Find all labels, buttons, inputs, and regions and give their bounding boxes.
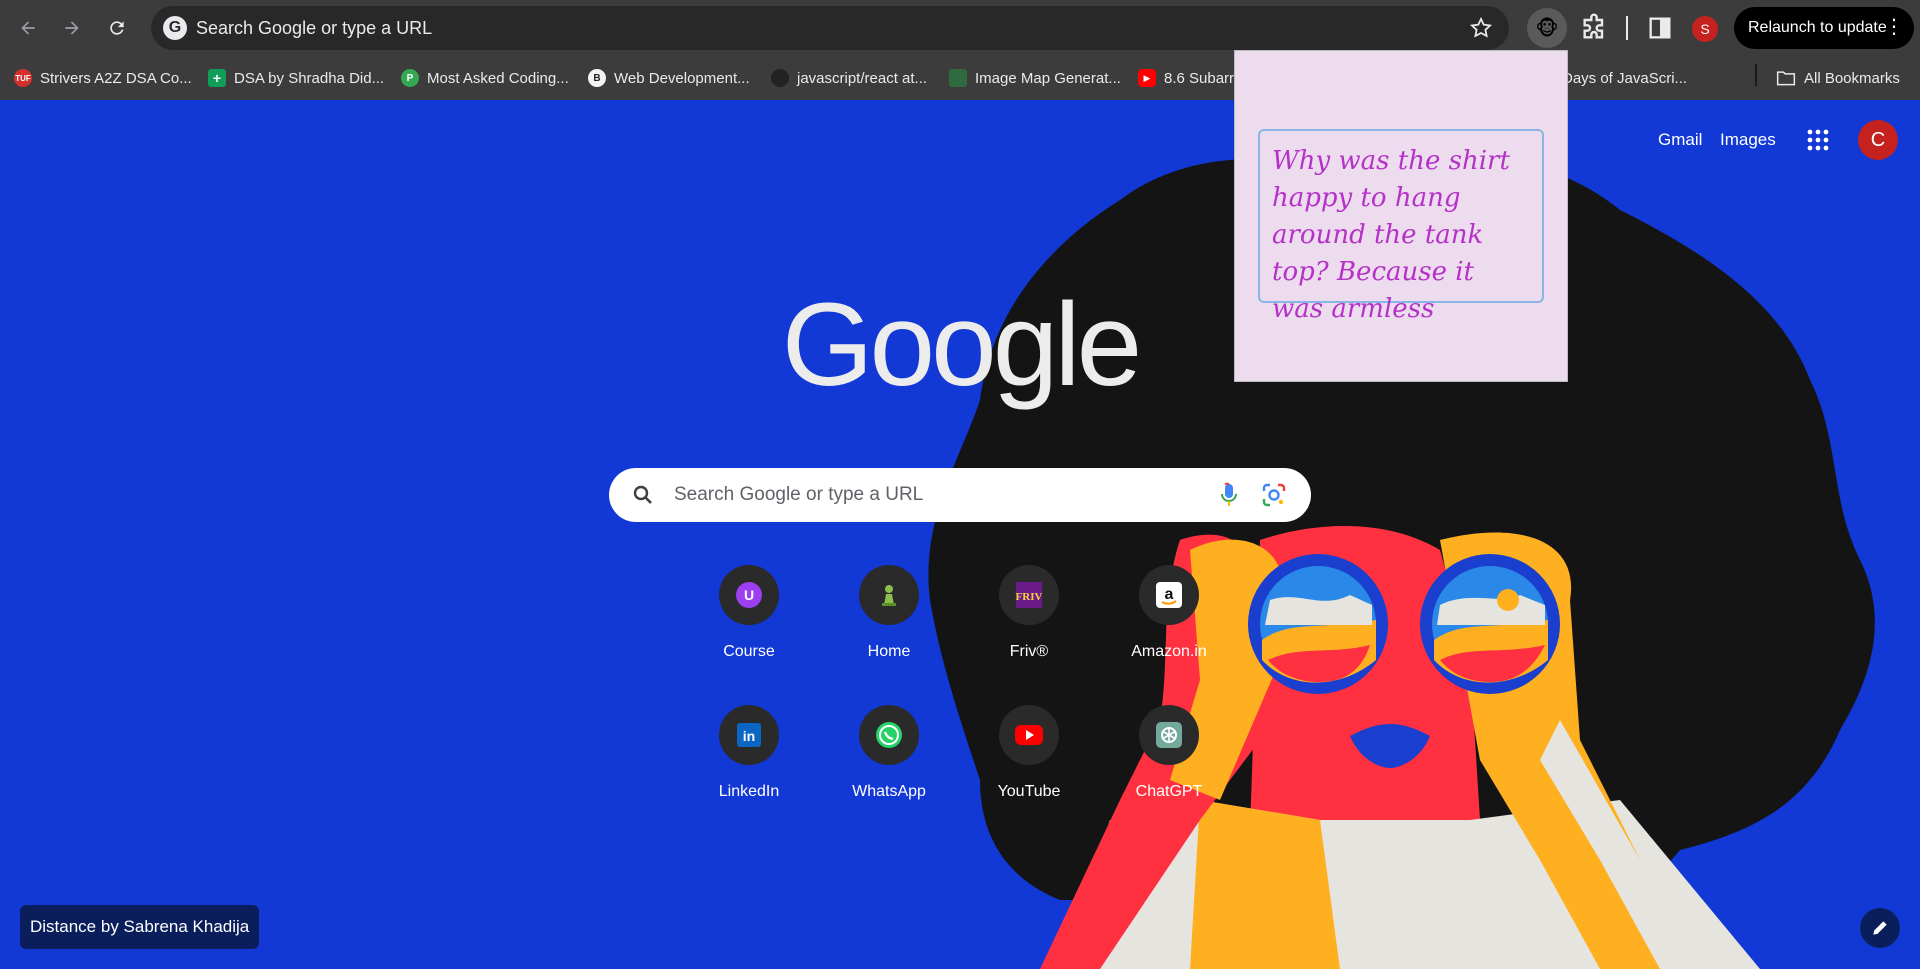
omnibox-text[interactable]: Search Google or type a URL — [196, 18, 432, 39]
forward-button[interactable] — [54, 10, 90, 46]
shortcut-label: WhatsApp — [852, 783, 926, 800]
shortcut-label: Course — [723, 643, 775, 660]
all-bookmarks-button[interactable]: All Bookmarks — [1776, 66, 1900, 90]
shortcut-label: ChatGPT — [1135, 783, 1203, 800]
bookmark-item[interactable]: B Web Development... — [588, 66, 750, 90]
arrow-left-icon — [21, 21, 35, 35]
bookmark-item[interactable]: P Most Asked Coding... — [401, 66, 569, 90]
images-link[interactable]: Images — [1720, 130, 1776, 150]
amazon-icon: a — [1139, 565, 1199, 625]
chatgpt-icon — [1139, 705, 1199, 765]
bookmark-item[interactable]: TUF Strivers A2Z DSA Co... — [14, 66, 192, 90]
bookmark-item[interactable]: Days of JavaScri... — [1562, 66, 1687, 90]
shortcut-amazon[interactable]: a Amazon.in — [1113, 565, 1225, 677]
svg-text:in: in — [743, 728, 755, 744]
bookmark-item[interactable]: ▶ 8.6 Subarr — [1138, 66, 1234, 90]
bookmark-favicon-icon: P — [401, 69, 419, 87]
bookmark-label: Strivers A2Z DSA Co... — [40, 69, 192, 87]
course-icon: U — [719, 565, 779, 625]
pencil-icon — [1873, 921, 1887, 935]
gmail-link[interactable]: Gmail — [1658, 130, 1702, 150]
relaunch-button[interactable]: Relaunch to update ⋮ — [1734, 7, 1914, 49]
search-input[interactable]: Search Google or type a URL — [674, 484, 923, 506]
bookmark-favicon-icon: TUF — [14, 69, 32, 87]
youtube-icon — [999, 705, 1059, 765]
shortcut-label: LinkedIn — [718, 783, 780, 800]
theme-background-illustration — [928, 155, 1875, 969]
bookmark-label: Web Development... — [614, 69, 750, 87]
bookmark-favicon-icon: + — [208, 69, 226, 87]
shortcut-label: Home — [867, 643, 911, 660]
bookmark-item[interactable]: + DSA by Shradha Did... — [208, 66, 384, 90]
chess-pawn-icon — [859, 565, 919, 625]
extension-popup: Why was the shirt happy to hang around t… — [1234, 50, 1568, 382]
google-apps-icon[interactable] — [1806, 128, 1830, 152]
reload-button[interactable] — [99, 10, 135, 46]
browser-toolbar: G Search Google or type a URL 🐵 S Relaun… — [0, 0, 1920, 56]
bookmark-item[interactable]: Image Map Generat... — [949, 66, 1121, 90]
shortcut-friv[interactable]: FRIV Friv® — [973, 565, 1085, 677]
omnibox[interactable]: G Search Google or type a URL — [151, 6, 1509, 50]
bookmark-favicon-icon — [949, 69, 967, 87]
search-box[interactable]: Search Google or type a URL — [609, 468, 1311, 522]
reload-icon — [110, 21, 124, 35]
svg-text:a: a — [1165, 586, 1174, 603]
bookmark-label: Image Map Generat... — [975, 69, 1121, 87]
bookmark-star-icon[interactable] — [1469, 16, 1493, 40]
account-avatar[interactable]: C — [1858, 120, 1898, 160]
google-g-icon: G — [163, 16, 187, 40]
side-panel-icon[interactable] — [1646, 14, 1674, 42]
bookmark-label: Most Asked Coding... — [427, 69, 569, 87]
microphone-icon[interactable] — [1217, 482, 1241, 508]
bookmarks-bar: TUF Strivers A2Z DSA Co... + DSA by Shra… — [0, 56, 1920, 100]
shortcut-whatsapp[interactable]: WhatsApp — [833, 705, 945, 817]
bookmark-label: javascript/react at... — [797, 69, 928, 87]
search-icon — [633, 485, 652, 504]
shortcut-home[interactable]: Home — [833, 565, 945, 677]
customize-button[interactable] — [1860, 908, 1900, 948]
shortcut-course[interactable]: U Course — [693, 565, 805, 677]
shortcut-chatgpt[interactable]: ChatGPT — [1113, 705, 1225, 817]
bookmarks-divider — [1755, 64, 1757, 86]
google-logo: Google — [781, 279, 1143, 411]
arrow-right-icon — [65, 21, 79, 35]
github-icon — [771, 69, 789, 87]
extension-monkey-icon[interactable]: 🐵 — [1527, 8, 1567, 48]
friv-icon: FRIV — [999, 565, 1059, 625]
joke-text: Why was the shirt happy to hang around t… — [1258, 129, 1544, 324]
shortcut-youtube[interactable]: YouTube — [973, 705, 1085, 817]
shortcut-linkedin[interactable]: in LinkedIn — [693, 705, 805, 817]
shortcut-label: YouTube — [997, 783, 1061, 800]
whatsapp-icon — [859, 705, 919, 765]
more-vert-icon[interactable]: ⋮ — [1884, 15, 1904, 39]
profile-avatar[interactable]: S — [1692, 16, 1718, 42]
toolbar-divider — [1626, 16, 1628, 40]
extensions-puzzle-icon[interactable] — [1578, 12, 1610, 44]
bookmark-label: DSA by Shradha Did... — [234, 69, 385, 87]
bookmark-item[interactable]: javascript/react at... — [771, 66, 927, 90]
all-bookmarks-label: All Bookmarks — [1804, 69, 1900, 87]
bookmark-label: Days of JavaScri... — [1562, 69, 1688, 87]
linkedin-icon: in — [719, 705, 779, 765]
relaunch-label: Relaunch to update — [1748, 19, 1887, 36]
back-button[interactable] — [10, 10, 46, 46]
google-lens-icon[interactable] — [1261, 482, 1287, 508]
theme-credit-link[interactable]: Distance by Sabrena Khadija — [20, 905, 260, 949]
svg-text:FRIV: FRIV — [1016, 591, 1043, 603]
shortcut-label: Friv® — [1009, 643, 1049, 660]
shortcut-label: Amazon.in — [1131, 643, 1207, 660]
new-tab-page: Gmail Images C Google Search Google or t… — [0, 100, 1920, 969]
youtube-icon: ▶ — [1138, 69, 1156, 87]
svg-text:U: U — [744, 587, 754, 603]
bookmark-label: 8.6 Subarr — [1164, 69, 1235, 87]
folder-icon — [1776, 71, 1796, 86]
bookmark-favicon-icon: B — [588, 69, 606, 87]
